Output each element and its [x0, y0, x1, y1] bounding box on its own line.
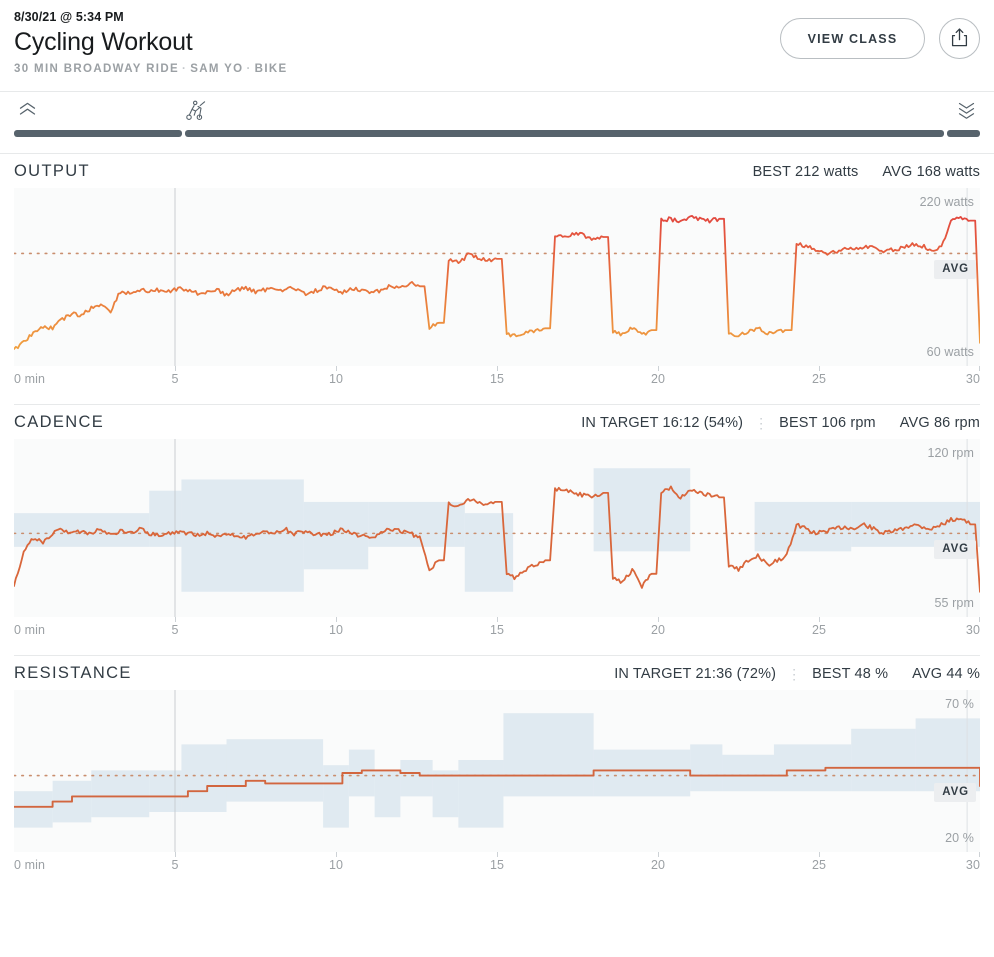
x-tick-label: 10: [328, 858, 344, 872]
stat-avg-resistance: AVG 44 %: [912, 666, 980, 682]
x-tick: [497, 617, 498, 622]
x-tick-label: 25: [811, 372, 827, 386]
x-tick: [175, 617, 176, 622]
chart-output-svg: [14, 188, 980, 366]
x-tick-label: 15: [489, 372, 505, 386]
progress-segment-cooldown[interactable]: [947, 130, 980, 137]
progress-segment-warmup[interactable]: [14, 130, 183, 137]
section-stats-output: BEST 212 watts AVG 168 watts: [753, 164, 980, 180]
metric-section-cadence: CADENCE IN TARGET 16:12 (54%) ⋮ BEST 106…: [0, 405, 994, 656]
x-tick: [175, 366, 176, 371]
header-actions: VIEW CLASS: [780, 18, 980, 59]
stat-best-cadence: BEST 106 rpm: [779, 415, 876, 431]
x-axis-resistance: 0 min 5 10 15 20 25 30: [14, 852, 980, 876]
avg-badge-resistance: AVG: [934, 782, 976, 802]
x-tick-label: 20: [650, 858, 666, 872]
x-tick: [497, 852, 498, 857]
chart-resistance[interactable]: 70 % 20 % AVG: [14, 690, 980, 852]
workout-subtitle: 30 MIN BROADWAY RIDE · SAM YO · BIKE: [14, 62, 980, 77]
discipline-name: BIKE: [254, 63, 288, 75]
share-button[interactable]: [939, 18, 980, 59]
x-tick-label: 0 min: [14, 858, 46, 872]
x-tick-label: 10: [328, 372, 344, 386]
x-tick-label: 5: [171, 623, 179, 637]
x-tick: [658, 366, 659, 371]
progress-segment-main[interactable]: [185, 130, 945, 137]
x-tick-label: 30: [965, 623, 980, 637]
axis-label-resistance-bottom: 20 %: [945, 831, 974, 845]
subtitle-separator-1: ·: [182, 63, 188, 75]
x-tick-label: 25: [811, 623, 827, 637]
x-tick-label: 25: [811, 858, 827, 872]
section-header-resistance: RESISTANCE IN TARGET 21:36 (72%) ⋮ BEST …: [14, 656, 980, 690]
class-name: 30 MIN BROADWAY RIDE: [14, 63, 180, 75]
avg-badge-cadence: AVG: [934, 540, 976, 560]
stat-best-output: BEST 212 watts: [752, 164, 859, 180]
x-tick-label: 0 min: [14, 372, 46, 386]
section-title-cadence: CADENCE: [14, 413, 105, 431]
stat-in-target-resistance: IN TARGET 21:36 (72%): [614, 666, 777, 682]
section-title-resistance: RESISTANCE: [14, 664, 132, 682]
metric-section-output: OUTPUT BEST 212 watts AVG 168 watts 220 …: [0, 154, 994, 405]
section-header-output: OUTPUT BEST 212 watts AVG 168 watts: [14, 154, 980, 188]
section-stats-cadence: IN TARGET 16:12 (54%) ⋮ BEST 106 rpm AVG…: [581, 415, 980, 432]
section-stats-resistance: IN TARGET 21:36 (72%) ⋮ BEST 48 % AVG 44…: [614, 666, 980, 683]
avg-badge-output: AVG: [934, 260, 976, 280]
view-class-button[interactable]: VIEW CLASS: [780, 18, 925, 59]
x-tick-label: 5: [171, 858, 179, 872]
metric-section-resistance: RESISTANCE IN TARGET 21:36 (72%) ⋮ BEST …: [0, 656, 994, 876]
axis-label-resistance-top: 70 %: [945, 697, 974, 711]
chart-cadence-svg: [14, 439, 980, 617]
x-tick: [979, 617, 980, 622]
chevron-double-down-icon[interactable]: [957, 102, 976, 119]
axis-label-output-bottom: 60 watts: [926, 345, 974, 359]
stat-in-target-cadence: IN TARGET 16:12 (54%): [581, 415, 744, 431]
share-icon: [951, 27, 968, 50]
instructor-name: SAM YO: [190, 63, 244, 75]
x-tick: [819, 617, 820, 622]
x-tick-label: 10: [328, 623, 344, 637]
x-tick-label: 0 min: [14, 623, 46, 637]
stat-separator-resistance: ⋮: [787, 665, 802, 682]
x-axis-output: 0 min 5 10 15 20 25 30: [14, 366, 980, 390]
x-tick-label: 20: [650, 623, 666, 637]
stat-avg-cadence: AVG 86 rpm: [899, 415, 980, 431]
chart-resistance-svg: [14, 690, 980, 852]
x-tick-label: 15: [489, 858, 505, 872]
axis-label-output-top: 220 watts: [919, 195, 974, 209]
x-tick: [497, 366, 498, 371]
subtitle-separator-2: ·: [246, 63, 252, 75]
x-tick: [819, 852, 820, 857]
progress-bar[interactable]: [14, 130, 980, 137]
x-tick-label: 5: [171, 372, 179, 386]
x-tick: [979, 852, 980, 857]
stat-avg-output: AVG 168 watts: [882, 164, 980, 180]
stat-separator-cadence: ⋮: [754, 414, 769, 431]
x-tick-label: 20: [650, 372, 666, 386]
x-tick: [175, 852, 176, 857]
x-tick-label: 30: [965, 372, 980, 386]
section-title-output: OUTPUT: [14, 162, 90, 180]
axis-label-cadence-bottom: 55 rpm: [934, 596, 974, 610]
workout-header: 8/30/21 @ 5:34 PM Cycling Workout 30 MIN…: [0, 0, 994, 92]
chart-cadence[interactable]: 120 rpm 55 rpm AVG: [14, 439, 980, 617]
x-tick: [819, 366, 820, 371]
cyclist-icon[interactable]: [186, 100, 208, 120]
x-tick-label: 15: [489, 623, 505, 637]
chart-output[interactable]: 220 watts 60 watts AVG: [14, 188, 980, 366]
x-axis-cadence: 0 min 5 10 15 20 25 30: [14, 617, 980, 641]
workout-progress-strip[interactable]: [0, 92, 994, 154]
stat-best-resistance: BEST 48 %: [812, 666, 889, 682]
axis-label-cadence-top: 120 rpm: [927, 446, 974, 460]
x-tick-label: 30: [965, 858, 980, 872]
x-tick: [336, 617, 337, 622]
x-tick: [979, 366, 980, 371]
x-tick: [658, 852, 659, 857]
x-tick: [336, 366, 337, 371]
chevron-double-up-icon[interactable]: [18, 102, 37, 117]
section-header-cadence: CADENCE IN TARGET 16:12 (54%) ⋮ BEST 106…: [14, 405, 980, 439]
progress-icons: [14, 92, 980, 130]
x-tick: [336, 852, 337, 857]
x-tick: [658, 617, 659, 622]
